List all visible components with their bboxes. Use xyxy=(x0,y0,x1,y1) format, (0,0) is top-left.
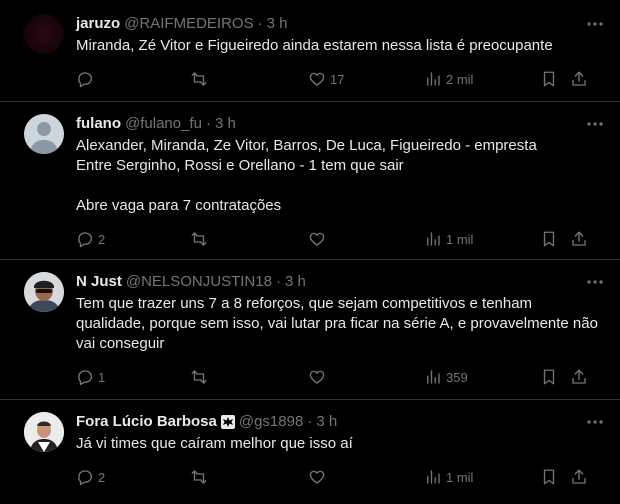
bookmark-icon xyxy=(543,369,555,385)
maltese-cross-icon xyxy=(220,415,235,429)
more-icon[interactable] xyxy=(586,412,604,432)
tweet[interactable]: N Just @NELSONJUSTIN18 · 3 h Tem que tra… xyxy=(0,260,620,400)
bookmark-button[interactable] xyxy=(540,228,558,250)
like-button[interactable] xyxy=(308,228,330,250)
more-icon[interactable] xyxy=(586,14,604,34)
views-button[interactable]: 1 mil xyxy=(424,228,473,250)
reply-button[interactable]: 1 xyxy=(76,366,105,388)
reply-icon xyxy=(78,72,93,88)
like-icon xyxy=(309,232,325,246)
reply-icon xyxy=(78,470,93,486)
like-icon xyxy=(309,370,325,384)
tweet-text: Já vi times que caíram melhor que isso a… xyxy=(76,435,353,452)
author-name[interactable]: fulano xyxy=(76,114,121,134)
views-icon xyxy=(427,232,440,246)
views-button[interactable]: 359 xyxy=(424,366,468,388)
author-name[interactable]: jaruzo xyxy=(76,14,120,34)
separator: · xyxy=(205,115,211,132)
like-button[interactable]: 17 xyxy=(308,68,344,90)
reply-button[interactable]: 2 xyxy=(76,228,105,250)
repost-icon xyxy=(191,72,207,86)
more-icon[interactable] xyxy=(586,114,604,134)
avatar[interactable] xyxy=(24,412,64,452)
timestamp[interactable]: 3 h xyxy=(285,272,306,292)
views-icon xyxy=(427,470,440,484)
author-handle[interactable]: @RAIFMEDEIROS xyxy=(124,14,253,34)
reply-count: 2 xyxy=(98,469,106,485)
views-button[interactable]: 1 mil xyxy=(424,466,473,488)
reply-icon xyxy=(78,370,93,386)
bookmark-button[interactable] xyxy=(540,366,558,388)
reply-count: 1 xyxy=(98,369,106,385)
timestamp[interactable]: 3 h xyxy=(267,14,288,34)
reply-icon xyxy=(78,232,93,248)
share-button[interactable] xyxy=(570,366,588,388)
bookmark-icon xyxy=(543,469,555,485)
tweet-text: Tem que trazer uns 7 a 8 reforços, que s… xyxy=(76,295,603,352)
tweet[interactable]: fulano @fulano_fu · 3 h Alexander, Miran… xyxy=(0,102,620,260)
views-count: 2 mil xyxy=(446,71,474,87)
share-button[interactable] xyxy=(570,68,588,90)
like-icon xyxy=(309,470,325,484)
avatar[interactable] xyxy=(24,114,64,154)
reply-button[interactable] xyxy=(76,68,98,90)
timestamp[interactable]: 3 h xyxy=(215,114,236,134)
tweet[interactable]: jaruzo @RAIFMEDEIROS · 3 h Miranda, Zé V… xyxy=(0,0,620,102)
tweet-text: Miranda, Zé Vitor e Figueiredo ainda est… xyxy=(76,37,553,54)
views-button[interactable]: 2 mil xyxy=(424,68,473,90)
repost-button[interactable] xyxy=(190,228,212,250)
views-icon xyxy=(427,72,440,86)
author-name[interactable]: N Just xyxy=(76,272,122,292)
user-photo-icon xyxy=(24,412,64,452)
like-count: 17 xyxy=(330,71,345,87)
repost-button[interactable] xyxy=(190,366,212,388)
separator: · xyxy=(257,15,263,32)
views-count: 1 mil xyxy=(446,231,474,247)
separator: · xyxy=(275,273,281,290)
bookmark-button[interactable] xyxy=(540,466,558,488)
share-button[interactable] xyxy=(570,228,588,250)
repost-icon xyxy=(191,370,207,384)
share-icon xyxy=(572,369,586,384)
repost-button[interactable] xyxy=(190,68,212,90)
tweet[interactable]: Fora Lúcio Barbosa @gs1898 · 3 h Já vi t… xyxy=(0,400,620,504)
like-icon xyxy=(309,72,325,86)
share-button[interactable] xyxy=(570,466,588,488)
repost-icon xyxy=(191,232,207,246)
share-icon xyxy=(572,231,586,246)
views-count: 1 mil xyxy=(446,469,474,485)
reply-button[interactable]: 2 xyxy=(76,466,105,488)
timestamp[interactable]: 3 h xyxy=(316,412,337,432)
author-name[interactable]: Fora Lúcio Barbosa xyxy=(76,412,217,432)
avatar[interactable] xyxy=(24,272,64,312)
views-count: 359 xyxy=(446,369,468,385)
like-button[interactable] xyxy=(308,366,330,388)
separator: · xyxy=(307,413,313,430)
user-photo-icon xyxy=(24,272,64,312)
more-icon[interactable] xyxy=(586,272,604,292)
tweet-text: Alexander, Miranda, Ze Vitor, Barros, De… xyxy=(76,137,537,214)
bookmark-icon xyxy=(543,231,555,247)
reply-count: 2 xyxy=(98,231,106,247)
repost-icon xyxy=(191,470,207,484)
author-handle[interactable]: @NELSONJUSTIN18 xyxy=(126,272,272,292)
repost-button[interactable] xyxy=(190,466,212,488)
default-avatar-icon xyxy=(30,122,58,154)
timeline: jaruzo @RAIFMEDEIROS · 3 h Miranda, Zé V… xyxy=(0,0,620,504)
author-handle[interactable]: @gs1898 xyxy=(239,412,303,432)
views-icon xyxy=(427,370,440,384)
author-handle[interactable]: @fulano_fu xyxy=(125,114,202,134)
share-icon xyxy=(572,71,586,86)
bookmark-icon xyxy=(543,71,555,87)
like-button[interactable] xyxy=(308,466,330,488)
avatar[interactable] xyxy=(24,14,64,54)
bookmark-button[interactable] xyxy=(540,68,558,90)
share-icon xyxy=(572,469,586,484)
